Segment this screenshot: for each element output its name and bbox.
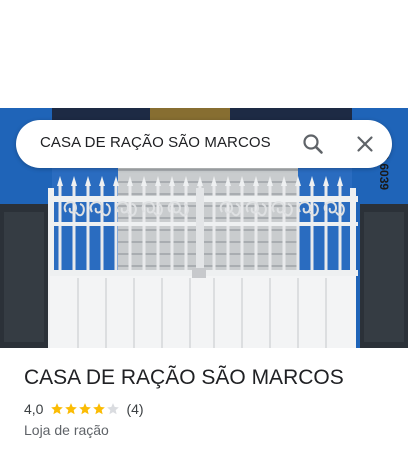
rating-row[interactable]: 4,0 (4) — [24, 400, 144, 418]
star-filled-icon — [93, 403, 106, 415]
star-filled-icon — [65, 403, 78, 415]
review-count[interactable]: (4) — [126, 401, 143, 417]
search-input[interactable]: CASA DE RAÇÃO SÃO MARCOS — [40, 134, 271, 151]
place-category: Loja de ração — [24, 422, 109, 438]
star-filled-icon — [51, 403, 64, 415]
rating-value: 4,0 — [24, 401, 44, 417]
search-bar[interactable]: CASA DE RAÇÃO SÃO MARCOS — [16, 120, 392, 168]
star-filled-icon — [79, 403, 92, 415]
search-icon[interactable] — [301, 132, 325, 156]
place-title[interactable]: CASA DE RAÇÃO SÃO MARCOS — [24, 366, 344, 390]
star-empty-icon — [107, 403, 120, 415]
close-icon[interactable] — [353, 132, 377, 156]
star-rating — [50, 402, 120, 416]
